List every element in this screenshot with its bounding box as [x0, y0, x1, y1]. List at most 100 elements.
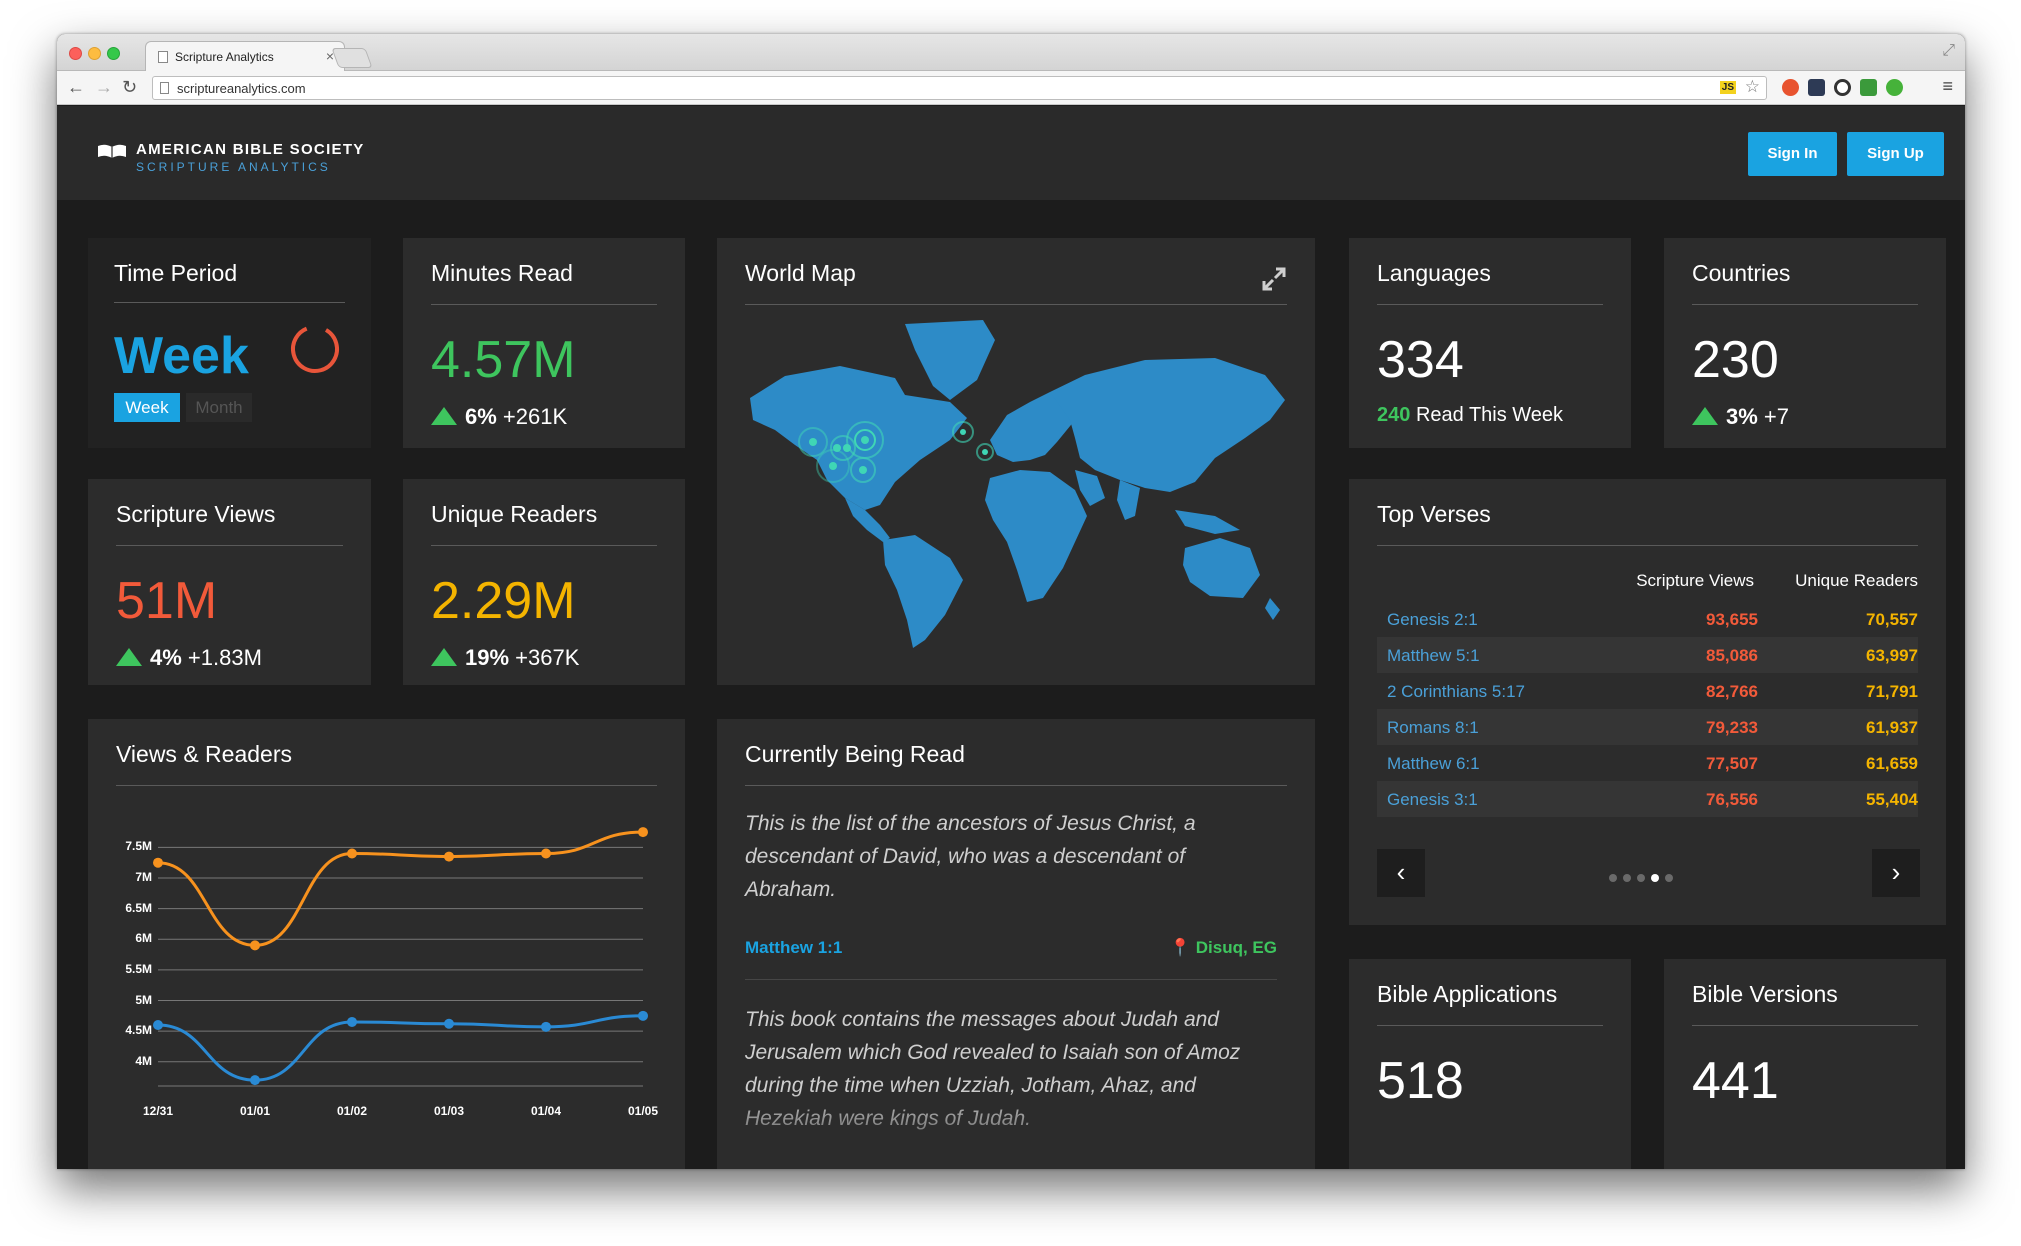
month-toggle[interactable]: Month	[186, 393, 252, 422]
divider	[1377, 304, 1603, 305]
languages-value: 334	[1377, 331, 1464, 389]
unique-readers-card: Unique Readers 2.29M 19% +367K	[403, 479, 685, 685]
app-root: AMERICAN BIBLE SOCIETY SCRIPTURE ANALYTI…	[57, 106, 1965, 1169]
forward-arrow-icon[interactable]: →	[95, 77, 113, 98]
column-header-views: Scripture Views	[1636, 571, 1754, 590]
x-tick-label: 01/04	[530, 1104, 562, 1118]
verse-row[interactable]: Matthew 6:1 77,507 61,659	[1377, 745, 1918, 781]
data-point[interactable]	[444, 1018, 454, 1029]
data-point[interactable]	[347, 848, 357, 859]
extension-icon-5[interactable]	[1886, 79, 1903, 96]
time-period-card: Time Period Week Week Month	[88, 238, 371, 448]
verse-row[interactable]: 2 Corinthians 5:17 82,766 71,791	[1377, 673, 1918, 709]
x-tick-label: 01/01	[239, 1104, 271, 1118]
verse-row[interactable]: Genesis 3:1 76,556 55,404	[1377, 781, 1918, 817]
reading-reference-link[interactable]: Matthew 1:1	[745, 938, 842, 958]
sign-in-button[interactable]: Sign In	[1748, 132, 1837, 176]
expand-icon[interactable]	[1261, 266, 1287, 292]
new-tab-button[interactable]	[331, 48, 373, 68]
x-tick-label: 01/03	[433, 1104, 465, 1118]
card-title: World Map	[745, 260, 856, 286]
bookmark-star-icon[interactable]: ☆	[1745, 77, 1760, 97]
reload-icon[interactable]: ↻	[122, 77, 137, 98]
extension-icon-4[interactable]	[1860, 79, 1877, 96]
week-toggle[interactable]: Week	[114, 393, 180, 422]
data-point[interactable]	[153, 857, 163, 868]
minimize-window-button[interactable]	[88, 47, 101, 60]
next-page-button[interactable]: ›	[1872, 849, 1920, 897]
world-map[interactable]	[745, 320, 1287, 650]
y-tick-label: 6M	[135, 931, 152, 946]
card-title: Scripture Views	[116, 501, 276, 527]
verse-views: 77,507	[1706, 754, 1758, 773]
data-point[interactable]	[250, 940, 260, 951]
verse-reference-link[interactable]: Romans 8:1	[1387, 718, 1479, 738]
bible-versions-card: Bible Versions 441	[1664, 959, 1946, 1169]
page-dot[interactable]	[1609, 874, 1617, 882]
verse-readers: 70,557	[1866, 610, 1918, 629]
y-tick-label: 4M	[135, 1053, 152, 1068]
verse-reference-link[interactable]: Genesis 2:1	[1387, 610, 1478, 630]
divider	[1377, 545, 1918, 546]
tab-title: Scripture Analytics	[175, 50, 274, 64]
x-tick-label: 01/05	[627, 1104, 659, 1118]
y-tick-label: 6.5M	[125, 900, 152, 915]
data-point[interactable]	[250, 1075, 260, 1086]
verse-reference-link[interactable]: Matthew 5:1	[1387, 646, 1480, 666]
currently-reading-card: Currently Being Read This is the list of…	[717, 719, 1315, 1169]
prev-page-button[interactable]: ‹	[1377, 849, 1425, 897]
world-map-card: World Map	[717, 238, 1315, 685]
sign-up-button[interactable]: Sign Up	[1847, 132, 1944, 176]
unique-readers-value: 2.29M	[431, 572, 576, 630]
minutes-read-value: 4.57M	[431, 331, 576, 389]
data-point[interactable]	[541, 848, 551, 859]
data-point[interactable]	[638, 1010, 648, 1021]
extension-icon-1[interactable]	[1782, 79, 1799, 96]
scripture-views-value: 51M	[116, 572, 218, 630]
page-dots	[1609, 869, 1679, 887]
verse-reference-link[interactable]: Genesis 3:1	[1387, 790, 1478, 810]
js-extension-badge[interactable]: JS	[1719, 81, 1736, 94]
extension-icon-2[interactable]	[1808, 79, 1825, 96]
close-window-button[interactable]	[69, 47, 82, 60]
browser-tab[interactable]: Scripture Analytics ×	[145, 41, 345, 72]
verse-readers: 71,791	[1866, 682, 1918, 701]
verse-reference-link[interactable]: Matthew 6:1	[1387, 754, 1480, 774]
line-chart-svg	[153, 827, 648, 1087]
data-point[interactable]	[638, 827, 648, 838]
verse-readers: 63,997	[1866, 646, 1918, 665]
divider	[114, 302, 345, 303]
verse-row[interactable]: Matthew 5:1 85,086 63,997	[1377, 637, 1918, 673]
column-header-readers: Unique Readers	[1795, 571, 1918, 590]
verse-row[interactable]: Genesis 2:1 93,655 70,557	[1377, 601, 1918, 637]
data-point[interactable]	[444, 851, 454, 862]
verse-row[interactable]: Romans 8:1 79,233 61,937	[1377, 709, 1918, 745]
page-dot[interactable]	[1665, 874, 1673, 882]
back-arrow-icon[interactable]: ←	[67, 77, 85, 98]
extension-icon-3[interactable]	[1834, 79, 1851, 96]
page-dot[interactable]	[1623, 874, 1631, 882]
card-title: Time Period	[114, 260, 238, 286]
verse-reference-link[interactable]: 2 Corinthians 5:17	[1387, 682, 1525, 702]
bible-versions-value: 441	[1692, 1052, 1779, 1110]
fade-overlay	[717, 1089, 1315, 1169]
card-title: Currently Being Read	[745, 741, 965, 767]
app-header: AMERICAN BIBLE SOCIETY SCRIPTURE ANALYTI…	[57, 106, 1965, 200]
x-tick-label: 01/02	[336, 1104, 368, 1118]
verse-views: 93,655	[1706, 610, 1758, 629]
page-dot[interactable]	[1637, 874, 1645, 882]
bible-applications-value: 518	[1377, 1052, 1464, 1110]
card-title: Bible Versions	[1692, 981, 1838, 1007]
data-point[interactable]	[541, 1021, 551, 1032]
minutes-read-change: 6% +261K	[431, 404, 567, 430]
page-dot[interactable]	[1651, 874, 1659, 882]
fullscreen-icon[interactable]: ⤢	[1942, 42, 1955, 60]
data-point[interactable]	[347, 1016, 357, 1027]
data-point[interactable]	[153, 1020, 163, 1030]
y-tick-label: 4.5M	[125, 1023, 152, 1038]
address-bar[interactable]: scriptureanalytics.com JS ☆	[152, 76, 1767, 100]
verse-readers: 55,404	[1866, 790, 1918, 809]
zoom-window-button[interactable]	[107, 47, 120, 60]
menu-icon[interactable]: ≡	[1942, 76, 1953, 97]
divider	[1692, 1025, 1918, 1026]
